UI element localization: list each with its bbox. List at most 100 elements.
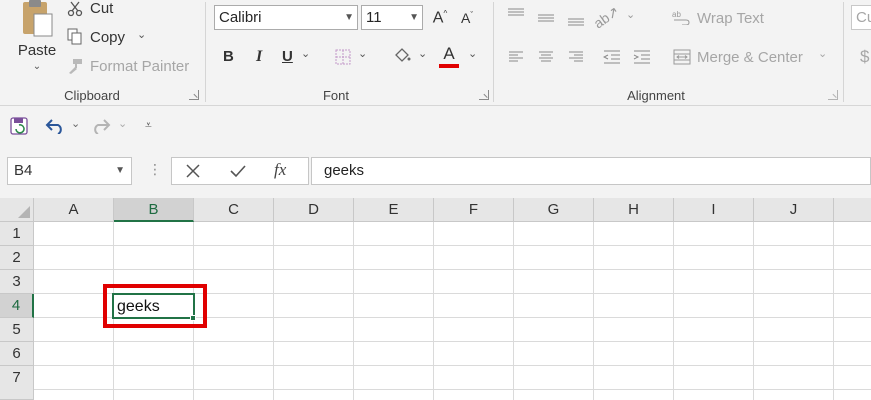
fill-color-button[interactable] [392,46,412,66]
underline-dropdown-icon[interactable]: ⌄ [301,47,310,60]
formula-bar-grip-icon[interactable]: ⋮ [148,161,162,178]
top-align-button[interactable] [506,6,526,22]
row-header-3[interactable]: 3 [0,270,34,294]
close-icon [186,164,200,178]
italic-button[interactable]: I [256,48,262,66]
increase-indent-icon [633,50,650,64]
borders-dropdown-icon[interactable]: ⌄ [358,47,367,60]
borders-icon [335,49,351,65]
worksheet-grid[interactable]: A B C D E F G H I J 1 2 3 4 5 6 7 geeks [0,198,871,400]
orientation-button[interactable]: ab↗ [591,2,623,31]
select-all-button[interactable] [0,198,34,222]
bottom-align-icon [568,18,584,26]
underline-button[interactable]: U [282,48,293,65]
gridline [433,222,434,400]
gridline [833,222,834,400]
undo-icon [45,119,62,134]
currency-button[interactable]: $ [860,47,869,67]
bold-button[interactable]: B [223,48,234,65]
merge-center-button[interactable]: Merge & Center [697,49,803,66]
align-center-icon [539,51,553,62]
customize-qat-icon[interactable]: ⩡ [145,118,152,133]
middle-align-button[interactable] [536,10,556,26]
redo-button[interactable] [90,116,112,136]
undo-button[interactable] [44,116,66,136]
fill-color-dropdown-icon[interactable]: ⌄ [418,47,427,60]
merge-center-icon[interactable] [672,48,692,66]
format-painter-icon[interactable] [66,57,84,75]
align-right-icon [569,51,583,62]
merge-center-dropdown-icon[interactable]: ⌄ [818,47,827,60]
save-button[interactable] [9,116,29,136]
row-header-7[interactable]: 7 [0,366,34,400]
number-format-select[interactable]: Cu [851,5,871,30]
increase-font-size-button[interactable]: A^ [429,8,451,28]
row-header-1[interactable]: 1 [0,222,34,246]
align-right-button[interactable] [566,49,586,65]
copy-dropdown-icon[interactable]: ⌄ [137,28,146,41]
format-painter-button[interactable]: Format Painter [90,58,189,75]
ribbon: Paste ⌄ Cut Copy ⌄ Format Painter Clipbo… [0,0,871,106]
decrease-indent-button[interactable] [602,48,622,66]
font-color-dropdown-icon[interactable]: ⌄ [468,47,477,60]
bottom-align-button[interactable] [566,12,586,28]
column-header-k[interactable] [834,198,871,222]
font-dialog-launcher[interactable] [479,90,489,100]
column-header-i[interactable]: I [674,198,754,222]
number-format-value: Cu [856,9,871,26]
align-center-button[interactable] [536,49,556,65]
save-icon [10,117,28,135]
increase-indent-button[interactable] [632,48,652,66]
alignment-group: ab↗ ⌄ ab Wrap Text Merge & Center ⌄ Alig… [494,0,843,106]
gridline [34,245,871,246]
column-header-f[interactable]: F [434,198,514,222]
column-header-j[interactable]: J [754,198,834,222]
enter-button[interactable] [227,161,249,181]
paste-dropdown-icon[interactable]: ⌄ [33,61,41,72]
align-left-icon [509,51,523,62]
column-header-c[interactable]: C [194,198,274,222]
borders-button[interactable] [334,48,352,66]
font-name-value: Calibri [219,9,262,26]
redo-dropdown-icon[interactable]: ⌄ [118,117,127,130]
copy-icon[interactable] [66,28,84,46]
font-group-label: Font [322,88,349,103]
font-size-select[interactable]: 11 ▼ [361,5,423,30]
gridline [273,222,274,400]
column-header-g[interactable]: G [514,198,594,222]
cut-icon[interactable] [66,0,84,18]
font-name-select[interactable]: Calibri ▼ [214,5,358,30]
gridline [34,365,871,366]
row-header-2[interactable]: 2 [0,246,34,270]
paste-button[interactable]: Paste ⌄ [14,0,60,80]
row-header-6[interactable]: 6 [0,342,34,366]
name-box[interactable]: B4 ▼ [7,157,132,185]
align-left-button[interactable] [506,49,526,65]
row-header-5[interactable]: 5 [0,318,34,342]
column-header-a[interactable]: A [34,198,114,222]
fill-bucket-icon [395,48,411,62]
column-header-d[interactable]: D [274,198,354,222]
insert-function-button[interactable]: fx [274,160,286,180]
formula-bar: B4 ▼ ⋮ fx geeks [0,148,871,198]
gridline [34,341,871,342]
formula-input[interactable]: geeks [311,157,871,185]
undo-dropdown-icon[interactable]: ⌄ [71,117,80,130]
orientation-dropdown-icon[interactable]: ⌄ [626,8,635,21]
wrap-text-icon[interactable]: ab [672,8,690,26]
formula-buttons: fx [171,157,309,185]
wrap-text-button[interactable]: Wrap Text [697,10,764,27]
row-header-4[interactable]: 4 [0,294,34,318]
column-header-e[interactable]: E [354,198,434,222]
middle-align-icon [538,14,554,22]
font-color-button[interactable]: A [438,44,460,68]
alignment-dialog-launcher[interactable] [828,90,838,100]
decrease-font-size-button[interactable]: Aˇ [456,8,478,28]
column-header-h[interactable]: H [594,198,674,222]
copy-button[interactable]: Copy [90,29,125,46]
cancel-entry-button[interactable] [182,161,204,181]
clipboard-dialog-launcher[interactable] [189,90,199,100]
cut-button[interactable]: Cut [90,0,113,17]
column-header-b[interactable]: B [114,198,194,222]
clipboard-group-label: Clipboard [64,88,120,103]
